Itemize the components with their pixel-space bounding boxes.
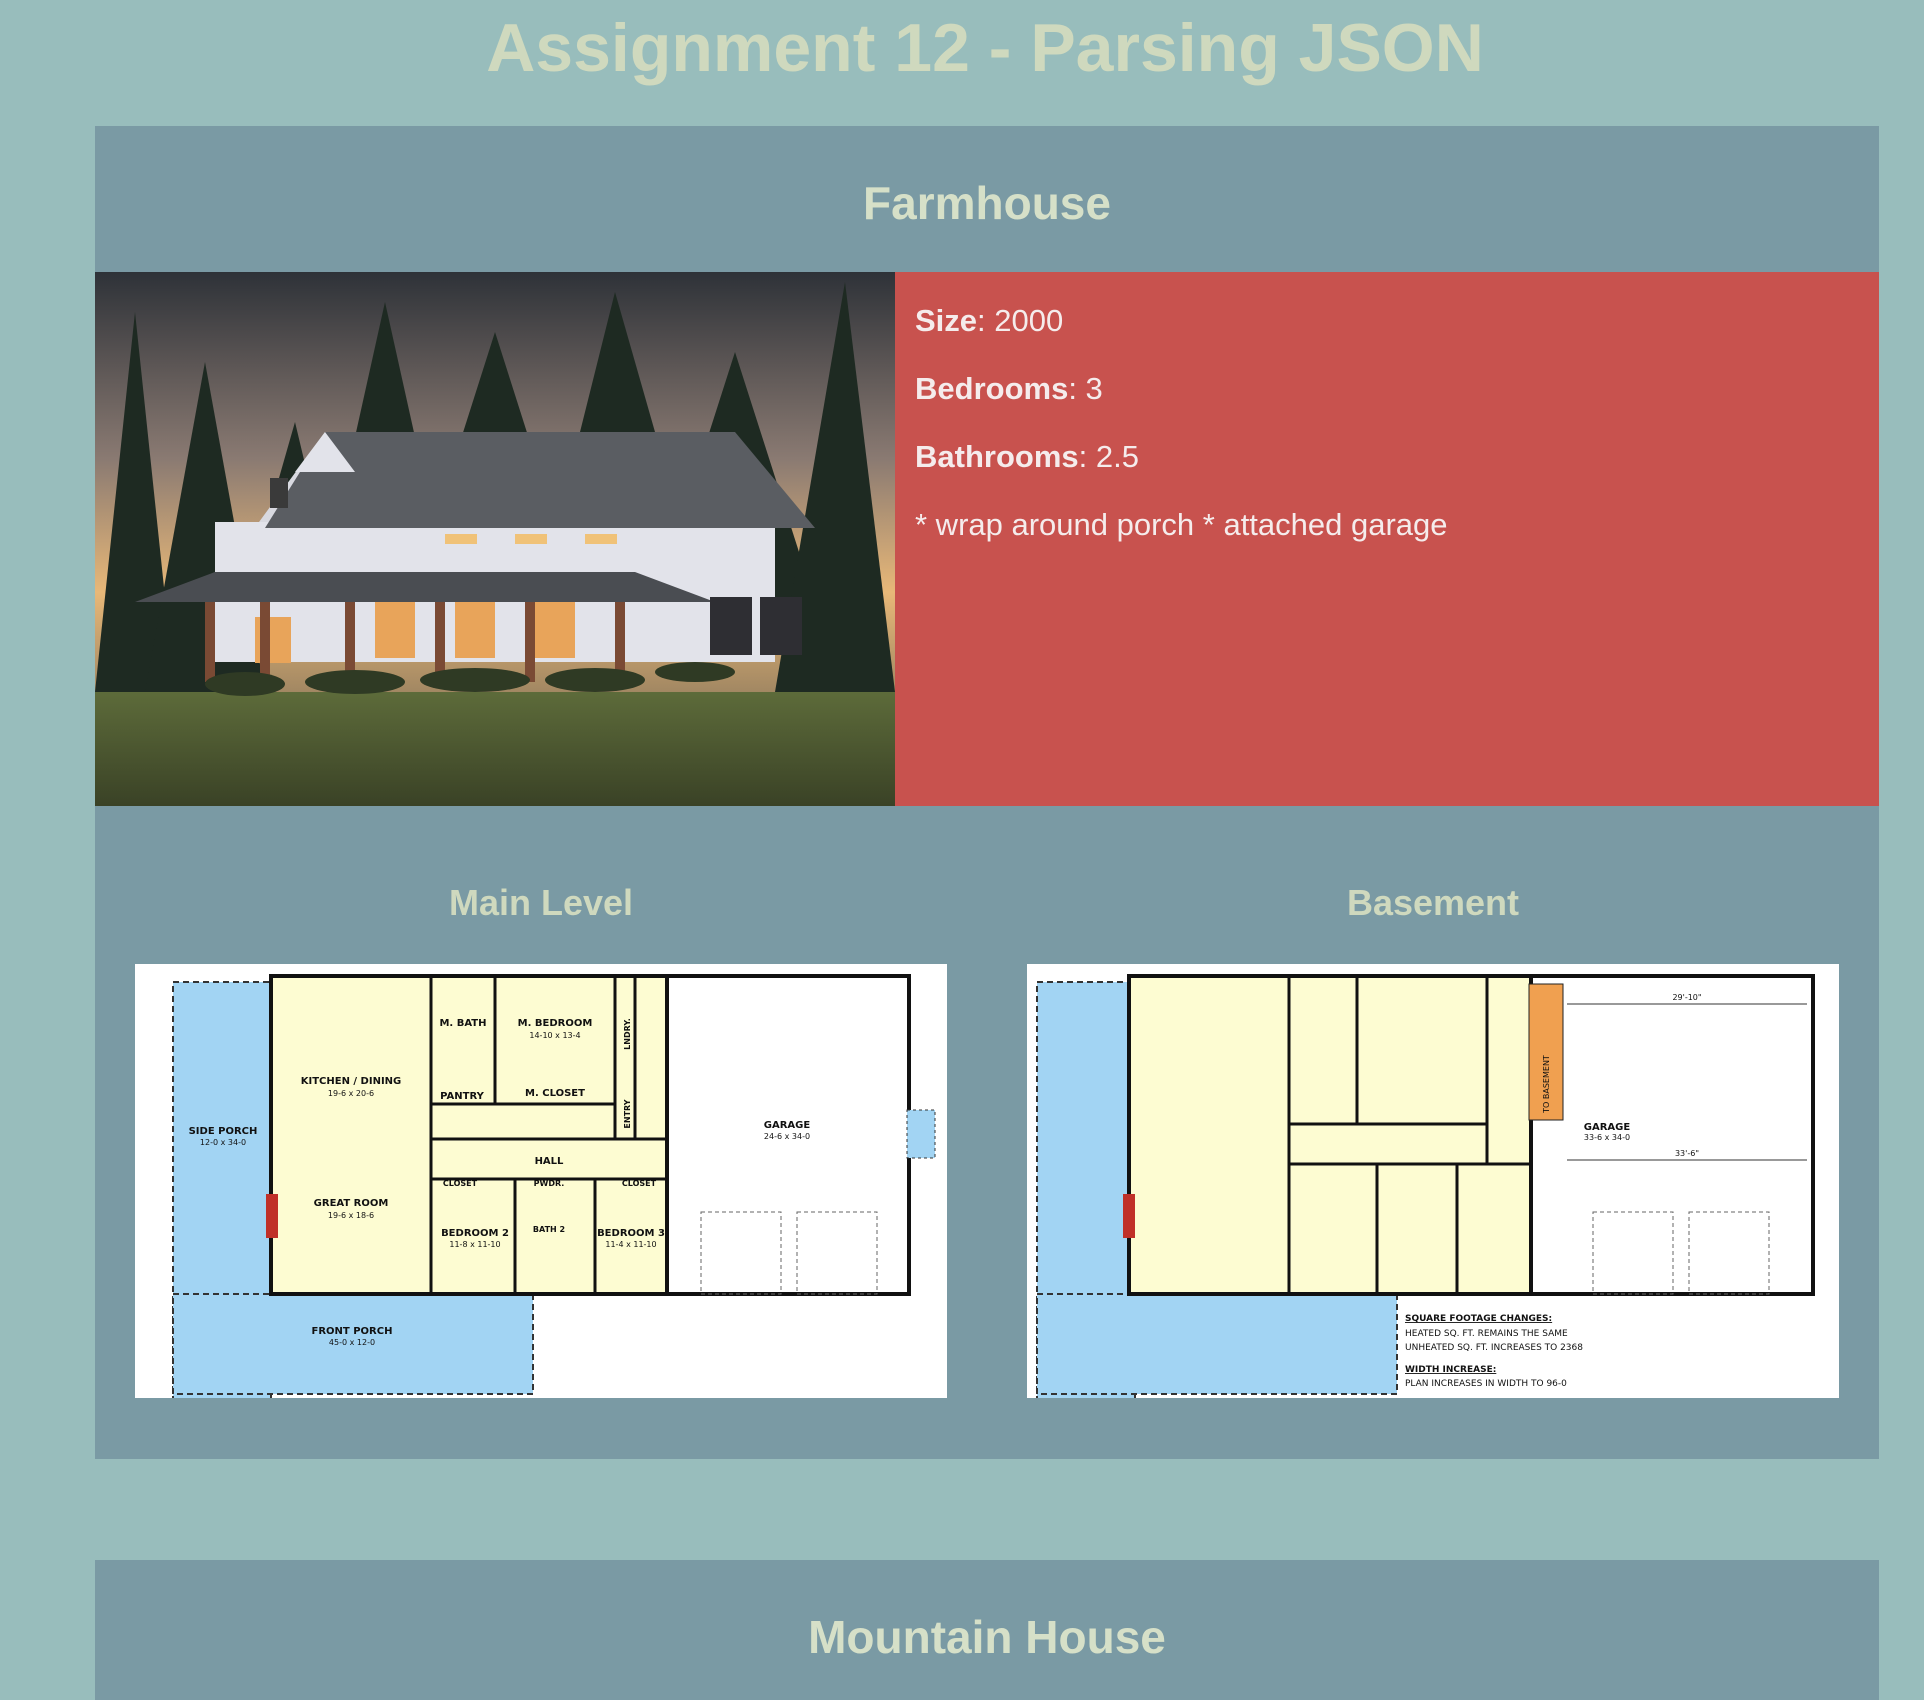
- label-closet-left: CLOSET: [443, 1179, 478, 1188]
- size-label: Size: [915, 303, 978, 338]
- note-sq-heading: SQUARE FOOTAGE CHANGES:: [1405, 1314, 1552, 1324]
- label-great-room-dim: 19-6 x 18-6: [328, 1211, 374, 1220]
- label-garage-basement: GARAGE: [1584, 1122, 1631, 1133]
- label-bedroom-3: BEDROOM 3: [597, 1228, 665, 1239]
- note-width-line: PLAN INCREASES IN WIDTH TO 96-0: [1405, 1379, 1567, 1389]
- detail-bathrooms: Bathrooms: 2.5: [915, 439, 1139, 474]
- label-m-bath: M. BATH: [439, 1018, 486, 1029]
- bedrooms-label: Bedrooms: [915, 371, 1069, 406]
- label-great-room: GREAT ROOM: [314, 1198, 389, 1209]
- label-pantry: PANTRY: [440, 1091, 484, 1102]
- page-title: Assignment 12 - Parsing JSON: [486, 10, 1484, 86]
- label-laundry: LNDRY.: [623, 1018, 632, 1050]
- label-garage: GARAGE: [764, 1120, 811, 1131]
- note-sq-line2: UNHEATED SQ. FT. INCREASES TO 2368: [1405, 1343, 1583, 1353]
- label-m-bedroom-dim: 14-10 x 13-4: [529, 1031, 580, 1040]
- label-side-porch: SIDE PORCH: [189, 1126, 258, 1137]
- label-pwdr: PWDR.: [534, 1179, 565, 1188]
- bedrooms-value: 3: [1085, 371, 1103, 406]
- house-card-mountain-house: Mountain House: [95, 1560, 1879, 1700]
- house-details-panel: Size: 2000 Bedrooms: 3 Bathrooms: 2.5 * …: [895, 272, 1879, 806]
- house-photo: [95, 272, 895, 806]
- bathrooms-value: 2.5: [1095, 439, 1139, 474]
- floor-plan-basement: 29'-10" 33'-6" GARAGE 33-6 x 34-0 TO BAS…: [1027, 964, 1839, 1398]
- label-garage-dim: 24-6 x 34-0: [764, 1132, 810, 1141]
- label-entry: ENTRY: [623, 1099, 632, 1128]
- label-width-bottom: 33'-6": [1675, 1149, 1699, 1158]
- label-garage-basement-dim: 33-6 x 34-0: [1584, 1133, 1630, 1142]
- floor-plan-main-level: KITCHEN / DINING 19-6 x 20-6 SIDE PORCH …: [135, 964, 947, 1398]
- detail-bedrooms: Bedrooms: 3: [915, 371, 1103, 406]
- label-closet-right: CLOSET: [622, 1179, 657, 1188]
- bathrooms-label: Bathrooms: [915, 439, 1079, 474]
- main-level-drawing: KITCHEN / DINING 19-6 x 20-6 SIDE PORCH …: [172, 974, 936, 1398]
- label-m-closet: M. CLOSET: [525, 1088, 585, 1099]
- label-hall: HALL: [535, 1156, 564, 1167]
- label-front-porch-dim: 45-0 x 12-0: [329, 1338, 375, 1347]
- label-bedroom-2-dim: 11-8 x 11-10: [449, 1240, 500, 1249]
- label-front-porch: FRONT PORCH: [312, 1326, 393, 1337]
- size-value: 2000: [994, 303, 1064, 338]
- label-bath-2: BATH 2: [533, 1225, 565, 1234]
- detail-size: Size: 2000: [915, 303, 1064, 338]
- detail-features: * wrap around porch * attached garage: [915, 507, 1448, 542]
- label-width-top: 29'-10": [1672, 993, 1701, 1002]
- label-side-porch-dim: 12-0 x 34-0: [200, 1138, 246, 1147]
- label-bedroom-2: BEDROOM 2: [441, 1228, 509, 1239]
- label-kitchen: KITCHEN / DINING: [301, 1076, 402, 1087]
- note-sq-line1: HEATED SQ. FT. REMAINS THE SAME: [1405, 1329, 1568, 1339]
- label-m-bedroom: M. BEDROOM: [518, 1018, 593, 1029]
- floor-plan-heading-basement: Basement: [1346, 882, 1520, 923]
- house-name: Farmhouse: [863, 177, 1111, 229]
- note-width-heading: WIDTH INCREASE:: [1405, 1365, 1496, 1375]
- basement-drawing: 29'-10" 33'-6" GARAGE 33-6 x 34-0 TO BAS…: [1036, 974, 1815, 1398]
- label-bedroom-3-dim: 11-4 x 11-10: [605, 1240, 656, 1249]
- label-kitchen-dim: 19-6 x 20-6: [328, 1089, 374, 1098]
- house-name: Mountain House: [808, 1611, 1166, 1663]
- farmhouse-illustration: [95, 272, 895, 806]
- house-card-farmhouse: Farmhouse Size: 2000 Bedrooms: 3 Bathroo…: [95, 126, 1879, 1459]
- floor-plan-heading-main: Main Level: [448, 882, 634, 923]
- label-stair: TO BASEMENT: [1542, 1055, 1551, 1114]
